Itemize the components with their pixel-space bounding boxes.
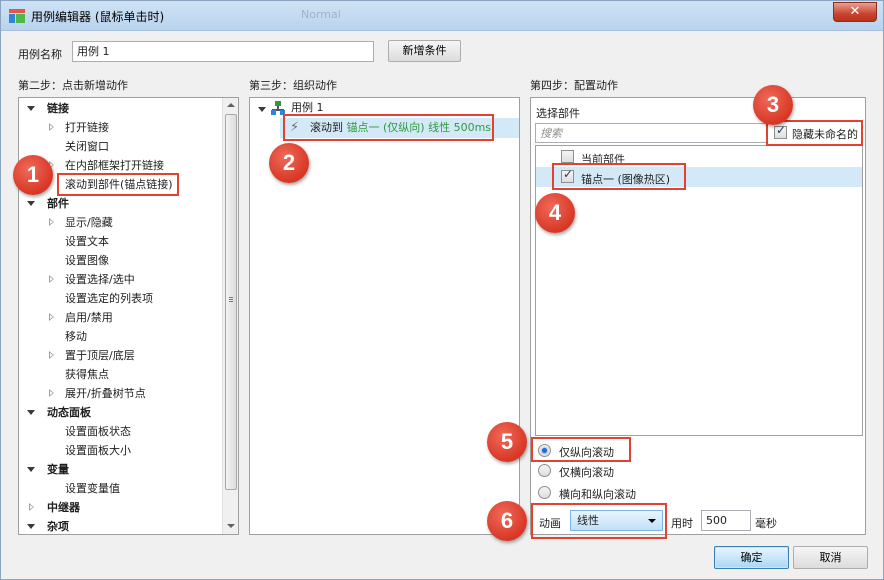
action-group-label[interactable]: 中继器 <box>47 498 80 517</box>
expand-item-icon[interactable] <box>49 123 54 131</box>
annotation-box-5 <box>531 437 631 462</box>
action-item[interactable]: 设置图像 <box>65 251 109 270</box>
action-item[interactable]: 关闭窗口 <box>65 137 109 156</box>
expanded-group-icon[interactable] <box>27 106 35 111</box>
duration-unit: 毫秒 <box>755 517 777 530</box>
action-item[interactable]: 设置变量值 <box>65 479 120 498</box>
scroll-thumb[interactable] <box>225 114 237 490</box>
badge-3: 3 <box>753 85 793 125</box>
add-condition-button[interactable]: 新增条件 <box>388 40 461 62</box>
expand-item-icon[interactable] <box>49 313 54 321</box>
annotation-box-1 <box>57 173 179 196</box>
background-window-text: Normal <box>301 8 341 21</box>
widget-search-input[interactable]: 搜索 <box>535 123 767 143</box>
expanded-group-icon[interactable] <box>27 201 35 206</box>
close-button[interactable]: ✕ <box>833 2 877 22</box>
action-item[interactable]: 显示/隐藏 <box>65 213 113 232</box>
action-item[interactable]: 设置文本 <box>65 232 109 251</box>
action-group-label[interactable]: 杂项 <box>47 517 69 534</box>
annotation-box-6 <box>531 503 667 539</box>
horizontal-scroll-label: 仅横向滚动 <box>559 466 614 479</box>
case-editor-window: 用例编辑器 (鼠标单击时) Normal ✕ 用例名称 用例 1 新增条件 第二… <box>0 0 884 580</box>
action-item[interactable]: 启用/禁用 <box>65 308 113 327</box>
annotation-box-4 <box>552 163 686 190</box>
cancel-button[interactable]: 取消 <box>793 546 868 569</box>
step2-heading: 第二步：点击新增动作 <box>18 79 128 92</box>
scroll-up-arrow-icon[interactable] <box>227 103 235 107</box>
action-item[interactable]: 打开链接 <box>65 118 109 137</box>
badge-2: 2 <box>269 143 309 183</box>
action-item[interactable]: 移动 <box>65 327 87 346</box>
action-group-label[interactable]: 变量 <box>47 460 69 479</box>
badge-1: 1 <box>13 155 53 195</box>
case-tree-icon <box>271 101 285 115</box>
action-item[interactable]: 置于顶层/底层 <box>65 346 135 365</box>
action-group-label[interactable]: 部件 <box>47 194 69 213</box>
app-icon <box>9 9 25 23</box>
action-tree-panel: 链接 打开链接 关闭窗口 在内部框架打开链接 滚动到部件(锚点链接) 部件 显示/隐藏 设置文… <box>18 97 239 535</box>
horizontal-scroll-radio[interactable] <box>538 464 551 477</box>
step4-heading: 第四步：配置动作 <box>530 79 618 92</box>
action-group-label[interactable]: 动态面板 <box>47 403 91 422</box>
current-widget-checkbox[interactable] <box>561 150 574 163</box>
expand-item-icon[interactable] <box>49 389 54 397</box>
expanded-group-icon[interactable] <box>27 524 35 529</box>
action-item[interactable]: 获得焦点 <box>65 365 109 384</box>
action-item[interactable]: 展开/折叠树节点 <box>65 384 146 403</box>
badge-6: 6 <box>487 501 527 541</box>
collapsed-group-icon[interactable] <box>29 503 34 511</box>
expanded-group-icon[interactable] <box>27 410 35 415</box>
case-name-input[interactable]: 用例 1 <box>72 41 374 62</box>
annotation-box-2 <box>283 114 494 141</box>
action-tree-scrollbar[interactable] <box>222 98 238 534</box>
title-bar[interactable]: 用例编辑器 (鼠标单击时) Normal ✕ <box>1 1 883 31</box>
both-scroll-label: 横向和纵向滚动 <box>559 488 636 501</box>
duration-label: 用时 <box>671 517 693 530</box>
expand-item-icon[interactable] <box>49 218 54 226</box>
duration-input[interactable]: 500 <box>701 510 751 531</box>
action-group-label[interactable]: 链接 <box>47 99 69 118</box>
scroll-down-arrow-icon[interactable] <box>227 524 235 528</box>
action-item[interactable]: 设置面板状态 <box>65 422 131 441</box>
case-name-label: 用例名称 <box>18 48 62 61</box>
select-widget-label: 选择部件 <box>536 107 580 120</box>
action-item[interactable]: 设置面板大小 <box>65 441 131 460</box>
window-title: 用例编辑器 (鼠标单击时) <box>31 10 165 24</box>
badge-4: 4 <box>535 193 575 233</box>
expanded-group-icon[interactable] <box>27 467 35 472</box>
expand-item-icon[interactable] <box>49 351 54 359</box>
both-scroll-radio[interactable] <box>538 486 551 499</box>
expand-item-icon[interactable] <box>49 275 54 283</box>
action-item[interactable]: 设置选定的列表项 <box>65 289 153 308</box>
ok-button[interactable]: 确定 <box>714 546 789 569</box>
annotation-box-3 <box>766 120 863 146</box>
expand-case-icon[interactable] <box>258 107 266 112</box>
step3-heading: 第三步：组织动作 <box>249 79 337 92</box>
action-item[interactable]: 设置选择/选中 <box>65 270 135 289</box>
badge-5: 5 <box>487 422 527 462</box>
